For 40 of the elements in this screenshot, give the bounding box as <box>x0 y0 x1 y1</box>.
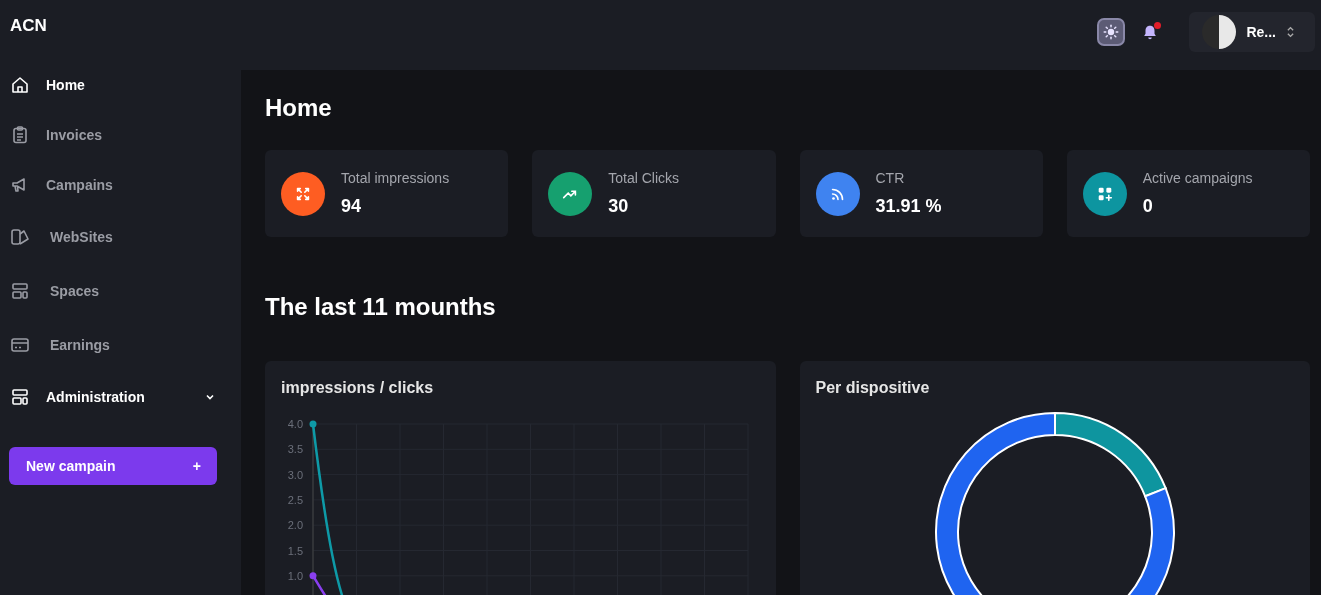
sidebar-item[interactable]: WebSites <box>0 210 241 264</box>
up-down-chevron-icon <box>1286 25 1295 39</box>
sidebar-item[interactable]: Home <box>0 60 241 110</box>
brand-logo: ACN <box>10 16 47 36</box>
stat-value: 30 <box>608 196 630 217</box>
sidebar-item[interactable]: Spaces <box>0 264 241 318</box>
theme-toggle-button[interactable] <box>1097 18 1126 46</box>
stat-value: 31.91 % <box>875 196 942 217</box>
avatar-icon <box>1202 15 1237 49</box>
sidebar-item[interactable]: Campains <box>0 160 241 210</box>
stat-label: Total impressions <box>341 170 450 186</box>
user-menu-button[interactable]: Re... <box>1189 12 1315 52</box>
shapes-icon <box>10 227 30 247</box>
y-tick-label: 1.5 <box>287 544 303 557</box>
y-tick-label: 3.0 <box>287 468 303 481</box>
new-campaign-button[interactable]: New campain + <box>9 447 217 485</box>
y-tick-label: 2.0 <box>287 519 303 532</box>
layout-icon <box>10 387 30 407</box>
section-title: The last 11 mounths <box>265 293 497 321</box>
sun-icon <box>1103 24 1120 40</box>
stat-value: 94 <box>341 196 363 217</box>
home-icon <box>10 75 30 95</box>
clipboard-icon <box>10 125 30 145</box>
page-title: Home <box>265 94 333 122</box>
chart-title: impressions / clicks <box>281 379 435 397</box>
stat-label: Active campaigns <box>1142 170 1253 186</box>
layout-icon <box>10 281 30 301</box>
y-tick-label: 2.5 <box>287 493 303 506</box>
administration-menu[interactable]: Administration <box>0 372 241 422</box>
chevron-icon <box>205 392 215 402</box>
y-tick-label: 1.0 <box>287 569 303 582</box>
y-tick-label: 4.0 <box>287 418 303 430</box>
chart-title: Per dispositive <box>815 379 931 397</box>
y-tick-label: 3.5 <box>287 443 303 456</box>
card-icon <box>10 335 30 355</box>
sidebar-item[interactable]: Invoices <box>0 110 241 160</box>
sidebar-item[interactable]: Earnings <box>0 318 241 372</box>
stat-value: 0 <box>1142 196 1154 217</box>
stat-label: CTR <box>875 170 906 186</box>
stat-label: Total Clicks <box>608 170 680 186</box>
